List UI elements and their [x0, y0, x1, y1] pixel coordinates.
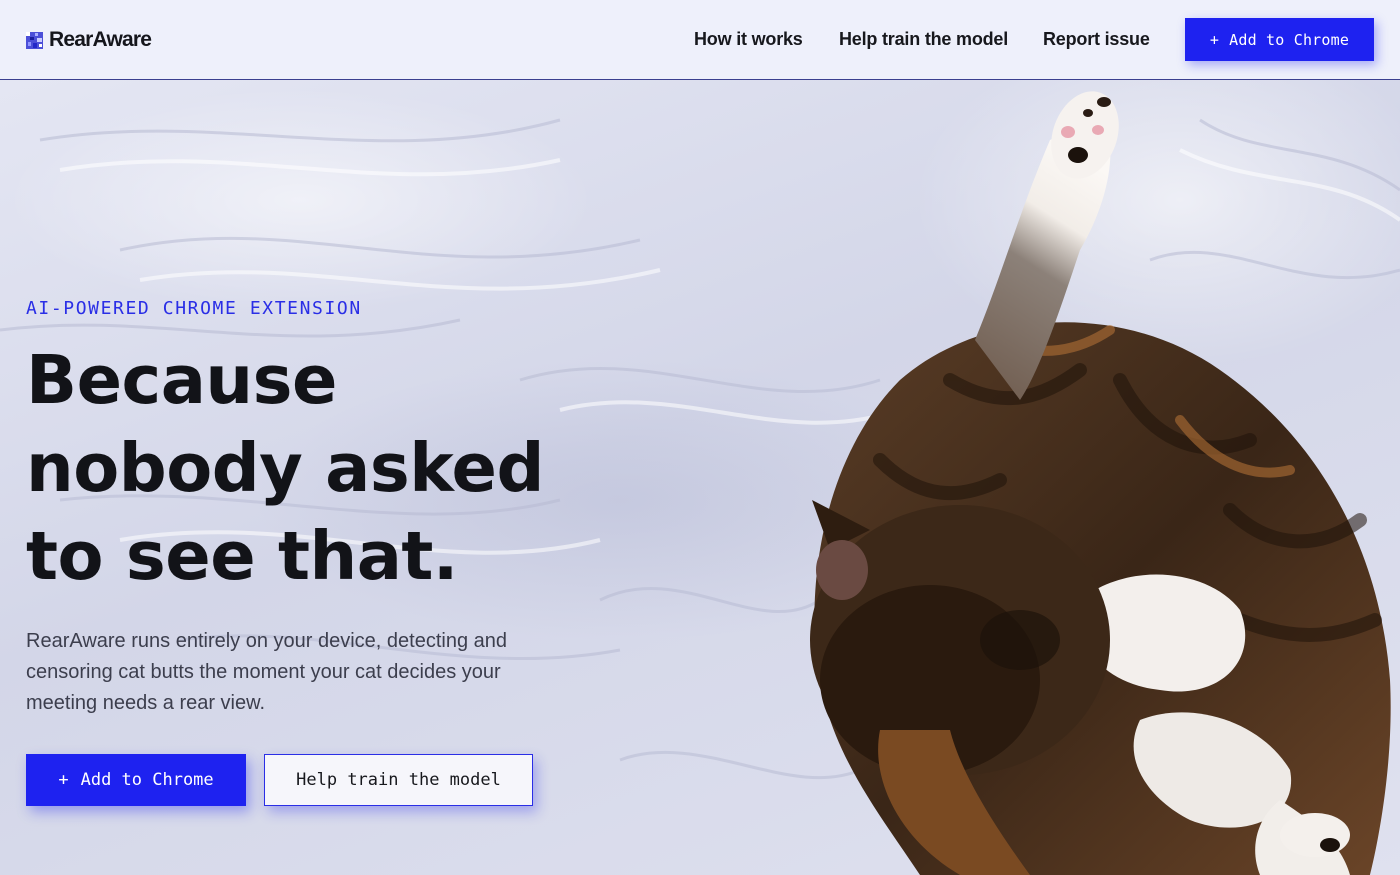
brand-logo[interactable]: RearAware	[26, 28, 152, 51]
hero-subcopy: RearAware runs entirely on your device, …	[26, 630, 508, 714]
hero-headline: Because nobody asked to see that.	[26, 336, 586, 600]
pixel-cat-icon	[26, 31, 43, 49]
plus-icon: +	[58, 770, 69, 790]
secondary-button-label: Help train the model	[296, 770, 501, 790]
plus-icon: +	[1209, 30, 1220, 49]
nav-link-report-issue[interactable]: Report issue	[1043, 29, 1150, 50]
top-navbar: RearAware How it works Help train the mo…	[0, 0, 1400, 80]
hero-add-to-chrome-button[interactable]: + Add to Chrome	[26, 754, 246, 806]
hero-eyebrow: AI-POWERED CHROME EXTENSION	[26, 298, 362, 319]
nav-cta-label: Add to Chrome	[1229, 30, 1350, 49]
primary-button-label: Add to Chrome	[80, 770, 214, 790]
brand-name: RearAware	[49, 28, 152, 51]
headline-line-2: nobody asked	[26, 429, 544, 507]
hero-section: AI-POWERED CHROME EXTENSION Because nobo…	[0, 80, 1400, 875]
nav-link-how-it-works[interactable]: How it works	[694, 29, 803, 50]
headline-line-3: to see that.	[26, 517, 458, 595]
hero-help-train-button[interactable]: Help train the model	[264, 754, 533, 806]
nav-link-help-train[interactable]: Help train the model	[839, 29, 1008, 50]
headline-line-1: Because	[26, 341, 337, 419]
nav-add-to-chrome-button[interactable]: + Add to Chrome	[1185, 18, 1374, 61]
